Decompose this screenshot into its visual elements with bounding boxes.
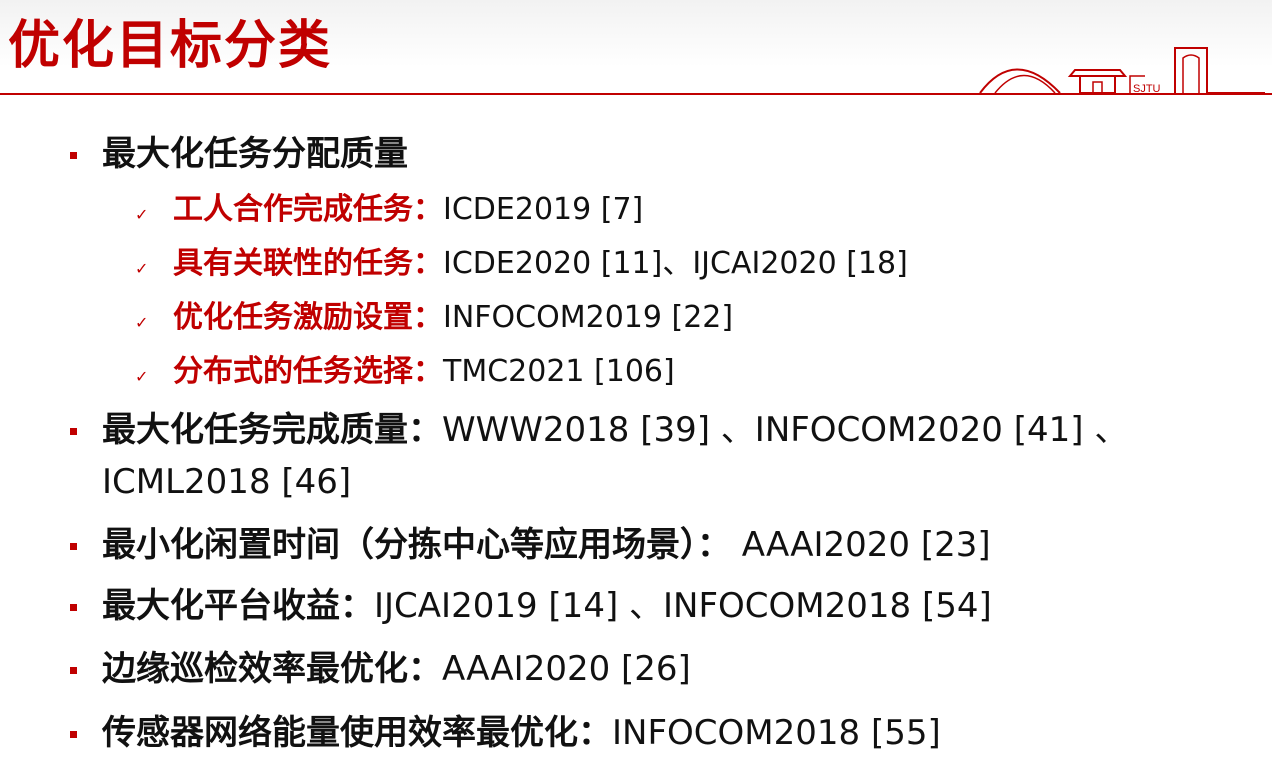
check-icon: ✓ [135, 313, 149, 332]
subitem-refs: ICDE2020 [11]、IJCAI2020 [18] [443, 246, 908, 281]
bullet-square-icon [70, 152, 77, 159]
list-item: 最大化平台收益：IJCAI2019 [14] 、INFOCOM2018 [54] [102, 582, 992, 630]
subitem-refs: ICDE2019 [7] [443, 192, 644, 227]
item-refs: AAAI2020 [26] [442, 649, 691, 689]
item-refs: AAAI2020 [23] [731, 525, 991, 565]
list-item: 最大化任务完成质量：WWW2018 [39] 、INFOCOM2020 [41]… [102, 406, 1128, 454]
list-item-continuation: ICML2018 [46] [102, 458, 351, 506]
check-icon: ✓ [135, 367, 149, 386]
bullet-square-icon [70, 604, 77, 611]
item-refs: WWW2018 [39] 、INFOCOM2020 [41] 、 [442, 410, 1129, 450]
item-label: 边缘巡检效率最优化： [102, 649, 442, 689]
item-label: 最大化任务分配质量 [102, 134, 408, 174]
item-refs: ICML2018 [46] [102, 462, 352, 502]
svg-text:SJTU: SJTU [1133, 83, 1161, 94]
slide-title: 优化目标分类 [8, 16, 333, 76]
subitem-refs: INFOCOM2019 [22] [443, 300, 734, 335]
list-item: 最小化闲置时间（分拣中心等应用场景）： AAAI2020 [23] [102, 521, 991, 569]
list-item: 最大化任务分配质量 [102, 130, 408, 178]
list-item: 传感器网络能量使用效率最优化：INFOCOM2018 [55] [102, 709, 941, 757]
sub-list-item: 具有关联性的任务：ICDE2020 [11]、IJCAI2020 [18] [173, 244, 908, 284]
list-item: 边缘巡检效率最优化：AAAI2020 [26] [102, 645, 691, 693]
subitem-label: 优化任务激励设置： [173, 300, 443, 335]
subitem-label: 分布式的任务选择： [173, 354, 443, 389]
check-icon: ✓ [135, 205, 149, 224]
sub-list-item: 工人合作完成任务：ICDE2019 [7] [173, 190, 643, 230]
sub-list-item: 分布式的任务选择：TMC2021 [106] [173, 352, 675, 392]
bullet-square-icon [70, 543, 77, 550]
check-icon: ✓ [135, 259, 149, 278]
subitem-refs: TMC2021 [106] [443, 354, 675, 389]
subitem-label: 具有关联性的任务： [173, 246, 443, 281]
slide-header: 优化目标分类 SJTU [0, 0, 1272, 96]
item-label: 最小化闲置时间（分拣中心等应用场景）： [102, 525, 731, 565]
sub-list-item: 优化任务激励设置：INFOCOM2019 [22] [173, 298, 733, 338]
bullet-square-icon [70, 667, 77, 674]
item-label: 最大化平台收益： [102, 586, 374, 626]
bullet-square-icon [70, 731, 77, 738]
item-refs: INFOCOM2018 [55] [612, 713, 941, 753]
sjtu-logo-icon: SJTU [979, 47, 1265, 94]
item-refs: IJCAI2019 [14] 、INFOCOM2018 [54] [374, 586, 992, 626]
item-label: 最大化任务完成质量： [102, 410, 442, 450]
item-label: 传感器网络能量使用效率最优化： [102, 713, 612, 753]
subitem-label: 工人合作完成任务： [173, 192, 443, 227]
bullet-square-icon [70, 428, 77, 435]
